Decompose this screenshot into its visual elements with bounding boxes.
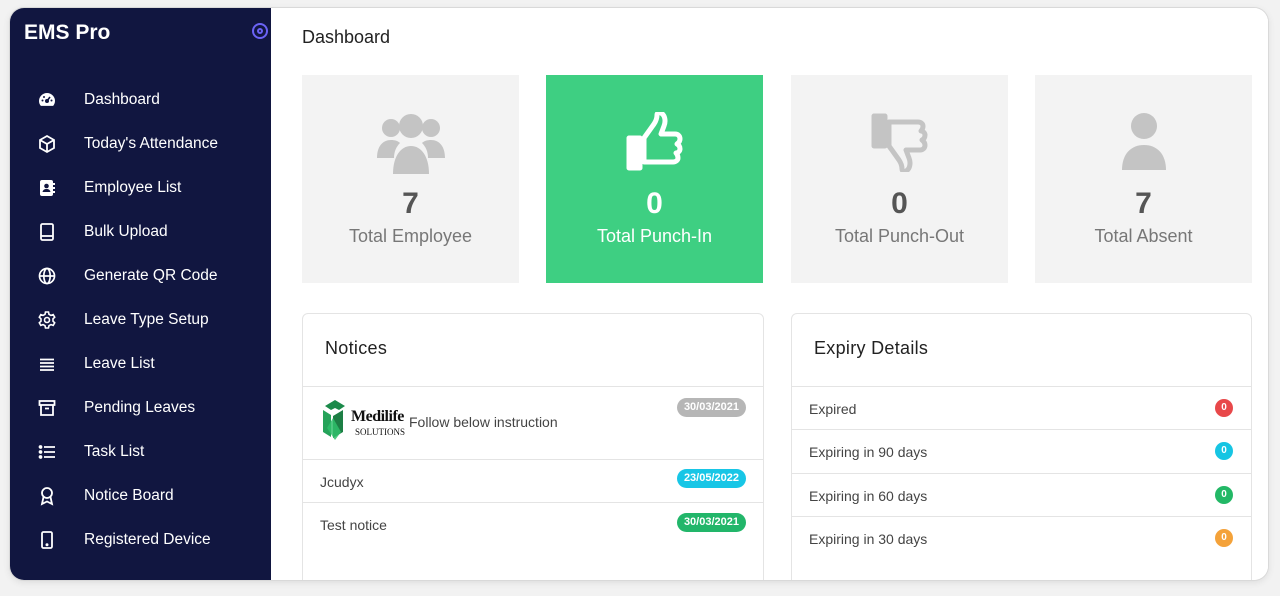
stat-card-total-employee[interactable]: 7 Total Employee <box>302 75 519 283</box>
notice-text: Test notice <box>320 517 387 533</box>
sidebar-item-leave-list[interactable]: Leave List <box>10 342 271 386</box>
expiry-label: Expiring in 30 days <box>809 531 928 547</box>
sidebar-nav: Dashboard Today's Attendance Employee Li… <box>10 78 271 562</box>
stat-value: 7 <box>402 187 419 220</box>
list-item[interactable]: Expiring in 30 days 0 <box>792 517 1251 561</box>
count-badge: 0 <box>1215 442 1233 460</box>
expiry-title: Expiry Details <box>792 314 1251 387</box>
expiry-label: Expired <box>809 401 857 417</box>
notices-title: Notices <box>303 314 763 387</box>
count-badge: 0 <box>1215 399 1233 417</box>
sidebar-item-label: Bulk Upload <box>84 223 168 240</box>
award-icon <box>37 486 57 506</box>
list-item[interactable]: Expiring in 60 days 0 <box>792 474 1251 517</box>
sidebar-item-todays-attendance[interactable]: Today's Attendance <box>10 122 271 166</box>
sidebar-item-label: Leave List <box>84 355 155 372</box>
notice-text: Follow below instruction <box>409 414 558 430</box>
count-badge: 0 <box>1215 529 1233 547</box>
stat-label: Total Punch-In <box>596 226 713 246</box>
sidebar-item-registered-device[interactable]: Registered Device <box>10 518 271 562</box>
stat-value: 7 <box>1135 187 1152 220</box>
sidebar-item-label: Notice Board <box>84 487 174 504</box>
archive-icon <box>37 398 57 418</box>
stat-label: Total Employee <box>348 226 473 246</box>
sidebar-item-employee-list[interactable]: Employee List <box>10 166 271 210</box>
gear-icon <box>37 310 57 330</box>
stat-card-total-punch-out[interactable]: 0 Total Punch-Out <box>791 75 1008 283</box>
thumbs-up-icon <box>546 112 763 180</box>
sidebar-item-label: Pending Leaves <box>84 399 196 416</box>
sidebar-item-generate-qr-code[interactable]: Generate QR Code <box>10 254 271 298</box>
stat-card-total-punch-in[interactable]: 0 Total Punch-In <box>546 75 763 283</box>
stat-label: Total Punch-Out <box>834 226 965 246</box>
list-item[interactable]: Test notice 30/03/2021 <box>303 503 763 547</box>
date-badge: 23/05/2022 <box>676 469 746 488</box>
sidebar-item-label: Employee List <box>84 179 182 196</box>
page-title: Dashboard <box>302 27 391 47</box>
list-item[interactable]: Expired 0 <box>792 387 1251 430</box>
brand-title: EMS Pro <box>24 21 111 44</box>
date-badge: 30/03/2021 <box>676 398 746 417</box>
list-item[interactable]: Medilife SOLUTIONS Follow below instruct… <box>303 387 763 460</box>
sidebar-item-label: Registered Device <box>84 531 211 548</box>
sidebar-item-label: Generate QR Code <box>84 267 218 284</box>
stat-label: Total Absent <box>1094 226 1193 246</box>
sidebar-item-bulk-upload[interactable]: Bulk Upload <box>10 210 271 254</box>
sidebar-item-label: Dashboard <box>84 91 160 108</box>
expiry-details-card: Expiry Details Expired 0 Expiring in 90 … <box>791 313 1252 580</box>
stat-value: 0 <box>646 187 663 220</box>
sidebar-item-task-list[interactable]: Task List <box>10 430 271 474</box>
stat-value: 0 <box>891 187 908 220</box>
sidebar-item-label: Today's Attendance <box>84 135 218 152</box>
medilife-logo: Medilife SOLUTIONS <box>321 398 409 442</box>
app-window: EMS Pro Dashboard Today's Attendance Emp… <box>10 8 1268 580</box>
user-icon <box>1035 112 1252 180</box>
logo-wordmark: Medilife <box>351 408 404 425</box>
sidebar-item-notice-board[interactable]: Notice Board <box>10 474 271 518</box>
list-item[interactable]: Expiring in 90 days 0 <box>792 430 1251 474</box>
users-icon <box>302 112 519 180</box>
count-badge: 0 <box>1215 486 1233 504</box>
tablet-icon <box>37 222 57 242</box>
logo-subtitle: SOLUTIONS <box>355 427 406 437</box>
sidebar: EMS Pro Dashboard Today's Attendance Emp… <box>10 8 271 580</box>
sidebar-item-label: Leave Type Setup <box>84 311 209 328</box>
notice-text: Jcudyx <box>320 474 364 490</box>
date-badge: 30/03/2021 <box>676 513 746 532</box>
list-item[interactable]: Jcudyx 23/05/2022 <box>303 460 763 503</box>
sidebar-item-pending-leaves[interactable]: Pending Leaves <box>10 386 271 430</box>
thumbs-down-icon <box>791 112 1008 180</box>
cube-icon <box>37 134 57 154</box>
dashboard-icon <box>37 90 57 110</box>
stat-card-total-absent[interactable]: 7 Total Absent <box>1035 75 1252 283</box>
task-list-icon <box>37 442 57 462</box>
notices-card: Notices Medilife SOLUTIONS Follow below … <box>302 313 764 580</box>
main-content: Dashboard 7 Total Employee 0 Total Punch… <box>271 8 1268 580</box>
expiry-label: Expiring in 60 days <box>809 488 928 504</box>
sidebar-item-dashboard[interactable]: Dashboard <box>10 78 271 122</box>
list-lines-icon <box>37 354 57 374</box>
sidebar-toggle-icon[interactable] <box>252 23 268 39</box>
mobile-device-icon <box>37 530 57 550</box>
sidebar-item-leave-type-setup[interactable]: Leave Type Setup <box>10 298 271 342</box>
expiry-label: Expiring in 90 days <box>809 444 928 460</box>
sidebar-item-label: Task List <box>84 443 145 460</box>
globe-icon <box>37 266 57 286</box>
contact-book-icon <box>37 178 57 198</box>
